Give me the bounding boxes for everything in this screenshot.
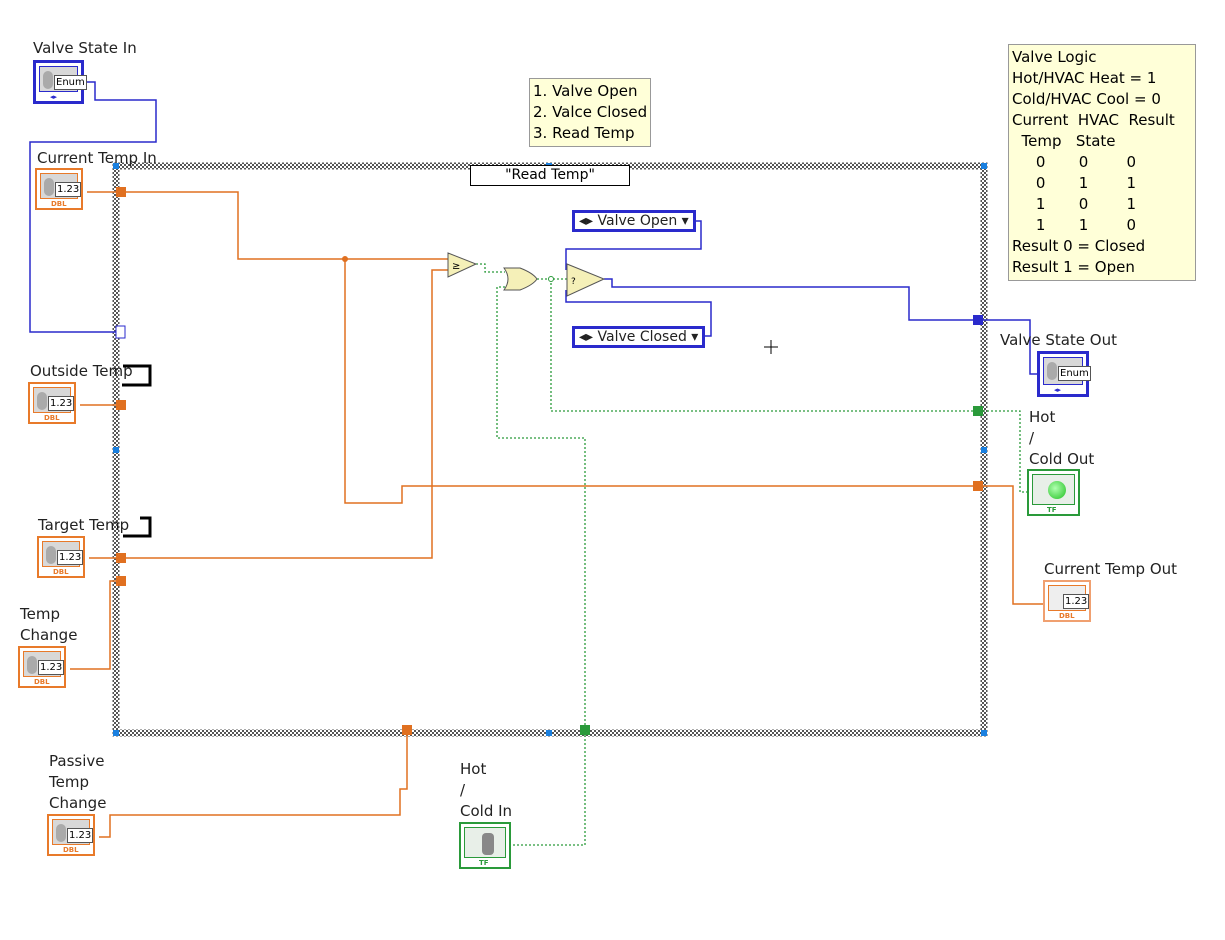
wire-hot-cold-out [550,279,1027,493]
case-selector-label: "Read Temp" [505,167,595,183]
numeric-value: 1.23 [1063,594,1090,609]
enum-value: Enum [54,75,87,90]
tunnels [115,187,983,735]
current-temp-in-label: Current Temp In [37,149,157,167]
passive-temp-change-terminal[interactable]: 1.23 DBL [47,814,95,856]
led-indicator-icon [1048,481,1066,499]
current-temp-out-terminal[interactable]: 1.23 DBL [1043,580,1091,622]
case-selector[interactable]: "Read Temp" [470,165,630,186]
cursor-crosshair-icon [764,340,778,354]
temp-change-label: Temp Change [20,605,78,644]
hot-cold-in-terminal[interactable]: TF [459,822,511,869]
type-tag: DBL [34,678,50,686]
current-temp-out-label: Current Temp Out [1044,560,1178,578]
hot-cold-out-label: Hot / Cold Out [1029,408,1095,468]
valve-open-constant[interactable]: ◂▸ Valve Open ▾ [572,210,696,232]
valve-closed-label: Valve Closed [597,329,687,345]
case-structure[interactable] [112,162,988,737]
hot-cold-out-terminal[interactable]: TF [1027,469,1080,516]
type-tag: DBL [44,414,60,422]
outside-temp-label: Outside Temp [30,362,133,380]
temp-change-terminal[interactable]: 1.23 DBL [18,646,66,688]
numeric-value: 1.23 [67,828,94,843]
numeric-value: 1.23 [57,550,84,565]
type-tag: DBL [53,568,69,576]
valve-state-in-terminal[interactable]: Enum ◂▸ [33,60,87,104]
wire-current-temp-out [344,259,1043,605]
enum-value: Enum [1058,366,1091,381]
wire-target-temp [89,269,448,559]
type-tag: DBL [1059,612,1075,620]
xor-node[interactable] [503,267,538,291]
passive-temp-change-label: Passive Temp Change [49,752,107,812]
toggle-switch-icon [482,833,494,855]
numeric-value: 1.23 [55,182,82,197]
type-tag: DBL [63,846,79,854]
current-temp-in-terminal[interactable]: 1.23 DBL [35,168,83,210]
valve-state-out-terminal[interactable]: Enum ◂▸ [1037,351,1091,397]
wire-passive-temp [99,730,408,838]
hot-cold-in-label: Hot / Cold In [460,760,513,820]
numeric-value: 1.23 [38,660,65,675]
svg-text:?: ? [571,277,576,287]
svg-text:≥: ≥ [452,261,460,272]
valve-open-label: Valve Open [597,213,678,229]
comment-valve-logic: Valve Logic Hot/HVAC Heat = 1 Cold/HVAC … [1008,44,1196,281]
wire-current-temp [87,191,448,260]
valve-state-out-label: Valve State Out [1000,331,1117,349]
valve-closed-constant[interactable]: ◂▸ Valve Closed ▾ [572,326,706,348]
target-temp-terminal[interactable]: 1.23 DBL [37,536,85,578]
type-tag: DBL [51,200,67,208]
numeric-value: 1.23 [48,396,75,411]
outside-temp-terminal[interactable]: 1.23 DBL [28,382,76,424]
target-temp-label: Target Temp [38,516,130,534]
type-tag: TF [1047,506,1057,514]
comment-states: 1. Valve Open 2. Valce Closed 3. Read Te… [529,78,652,147]
type-tag: TF [479,859,489,867]
valve-state-in-label: Valve State In [33,39,137,57]
